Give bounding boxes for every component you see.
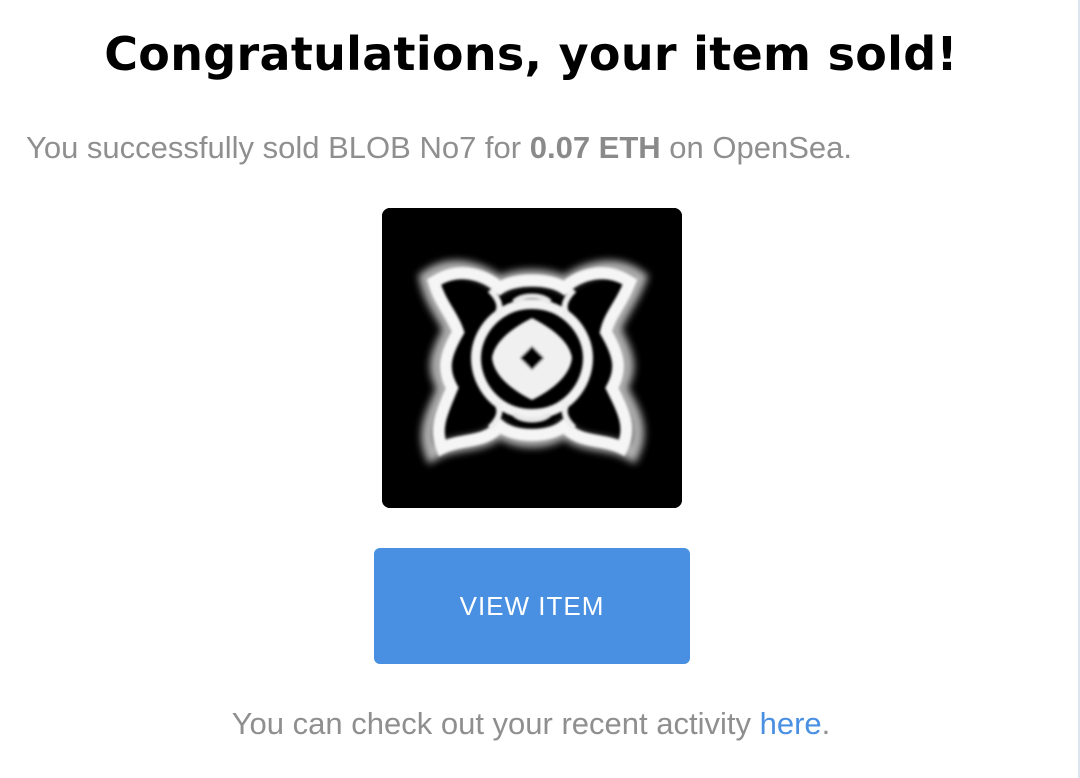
blob-artwork-icon bbox=[382, 208, 682, 508]
sale-summary-prefix: You successfully sold BLOB No7 for bbox=[26, 130, 530, 165]
page-title: Congratulations, your item sold! bbox=[104, 27, 958, 81]
sale-summary-suffix: on OpenSea. bbox=[660, 130, 853, 165]
activity-link[interactable]: here bbox=[760, 706, 822, 741]
sale-price: 0.07 ETH bbox=[529, 130, 661, 165]
activity-note: You can check out your recent activity h… bbox=[0, 702, 1062, 746]
activity-note-text: You can check out your recent activity bbox=[231, 706, 760, 741]
item-image[interactable] bbox=[382, 208, 682, 508]
view-item-button[interactable]: VIEW ITEM bbox=[374, 548, 690, 664]
activity-note-trailing: . bbox=[821, 706, 831, 741]
sale-summary: You successfully sold BLOB No7 for 0.07 … bbox=[26, 126, 1066, 170]
